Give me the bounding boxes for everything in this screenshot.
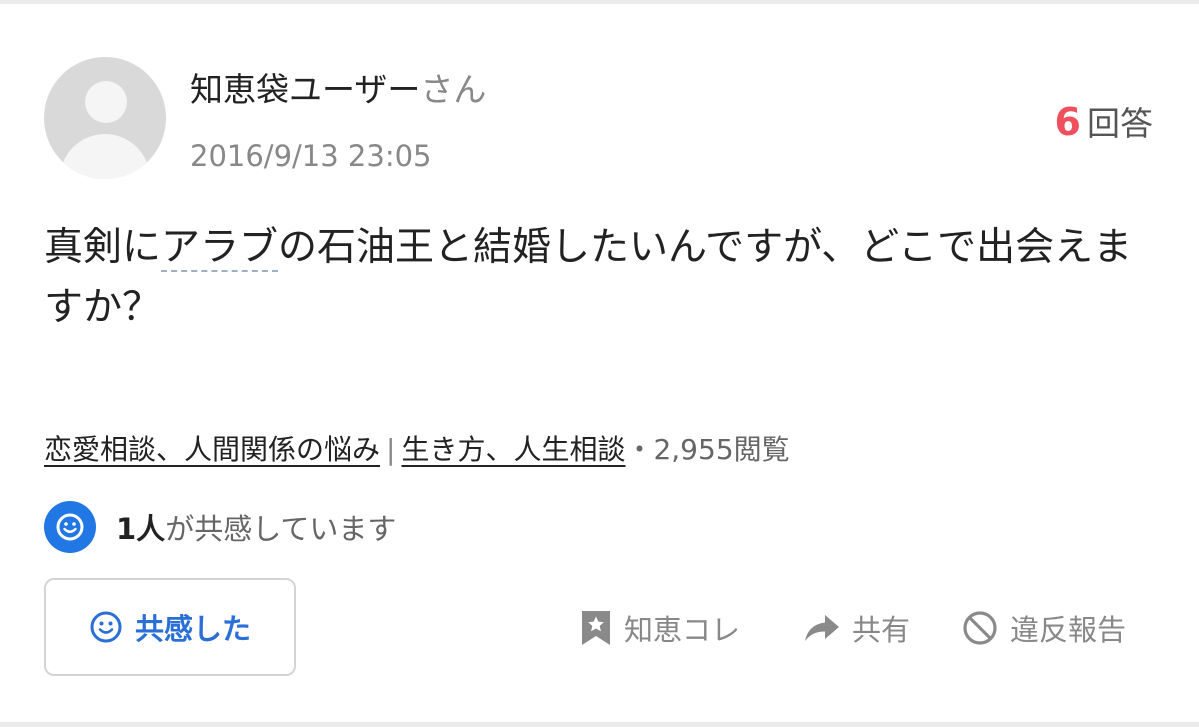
report-label: 違反報告 (1010, 613, 1127, 647)
category-separator: | (386, 433, 396, 466)
report-button[interactable]: 違反報告 (962, 603, 1126, 653)
view-count: ・2,955閲覧 (625, 433, 790, 466)
empathy-text: が共感しています (165, 512, 397, 546)
empathy-summary: 1人 が共感しています (44, 501, 397, 553)
question-text-before: 真剣に (44, 225, 162, 270)
question-text: 真剣にアラブの石油王と結婚したいんですが、どこで出会えますか？ (44, 218, 1154, 338)
top-divider (0, 0, 1199, 4)
smiley-outline-icon (89, 610, 123, 644)
post-date: 2016/9/13 23:05 (190, 139, 432, 173)
question-keyword-link[interactable]: アラブ (161, 225, 279, 272)
answer-count-badge[interactable]: 6 回答 (1055, 100, 1153, 152)
empathy-button[interactable]: 共感した (44, 578, 296, 676)
share-label: 共有 (852, 613, 911, 647)
answer-count-label: 回答 (1087, 104, 1153, 143)
smiley-icon (44, 501, 96, 553)
answer-count: 6 (1054, 100, 1081, 144)
user-name-text: 知恵袋ユーザー (190, 70, 421, 109)
avatar[interactable] (44, 57, 166, 179)
user-name-suffix: さん (420, 70, 487, 109)
avatar-head-shape (85, 81, 127, 123)
user-name[interactable]: 知恵袋ユーザーさん (190, 70, 486, 110)
bottom-divider (0, 722, 1199, 727)
bookmark-button[interactable]: 知恵コレ (580, 603, 740, 653)
avatar-body-shape (60, 134, 150, 179)
share-button[interactable]: 共有 (804, 603, 910, 653)
category-link-love[interactable]: 恋愛相談、人間関係の悩み (44, 433, 380, 466)
empathy-button-label: 共感した (134, 612, 251, 646)
bookmark-label: 知恵コレ (624, 613, 741, 647)
share-arrow-icon (804, 613, 840, 643)
prohibited-icon (962, 610, 998, 646)
question-meta: 恋愛相談、人間関係の悩み | 生き方、人生相談・2,955閲覧 (44, 430, 790, 470)
bookmark-star-icon (580, 609, 612, 647)
empathy-count: 1人 (116, 512, 166, 546)
category-link-life[interactable]: 生き方、人生相談 (401, 433, 625, 466)
